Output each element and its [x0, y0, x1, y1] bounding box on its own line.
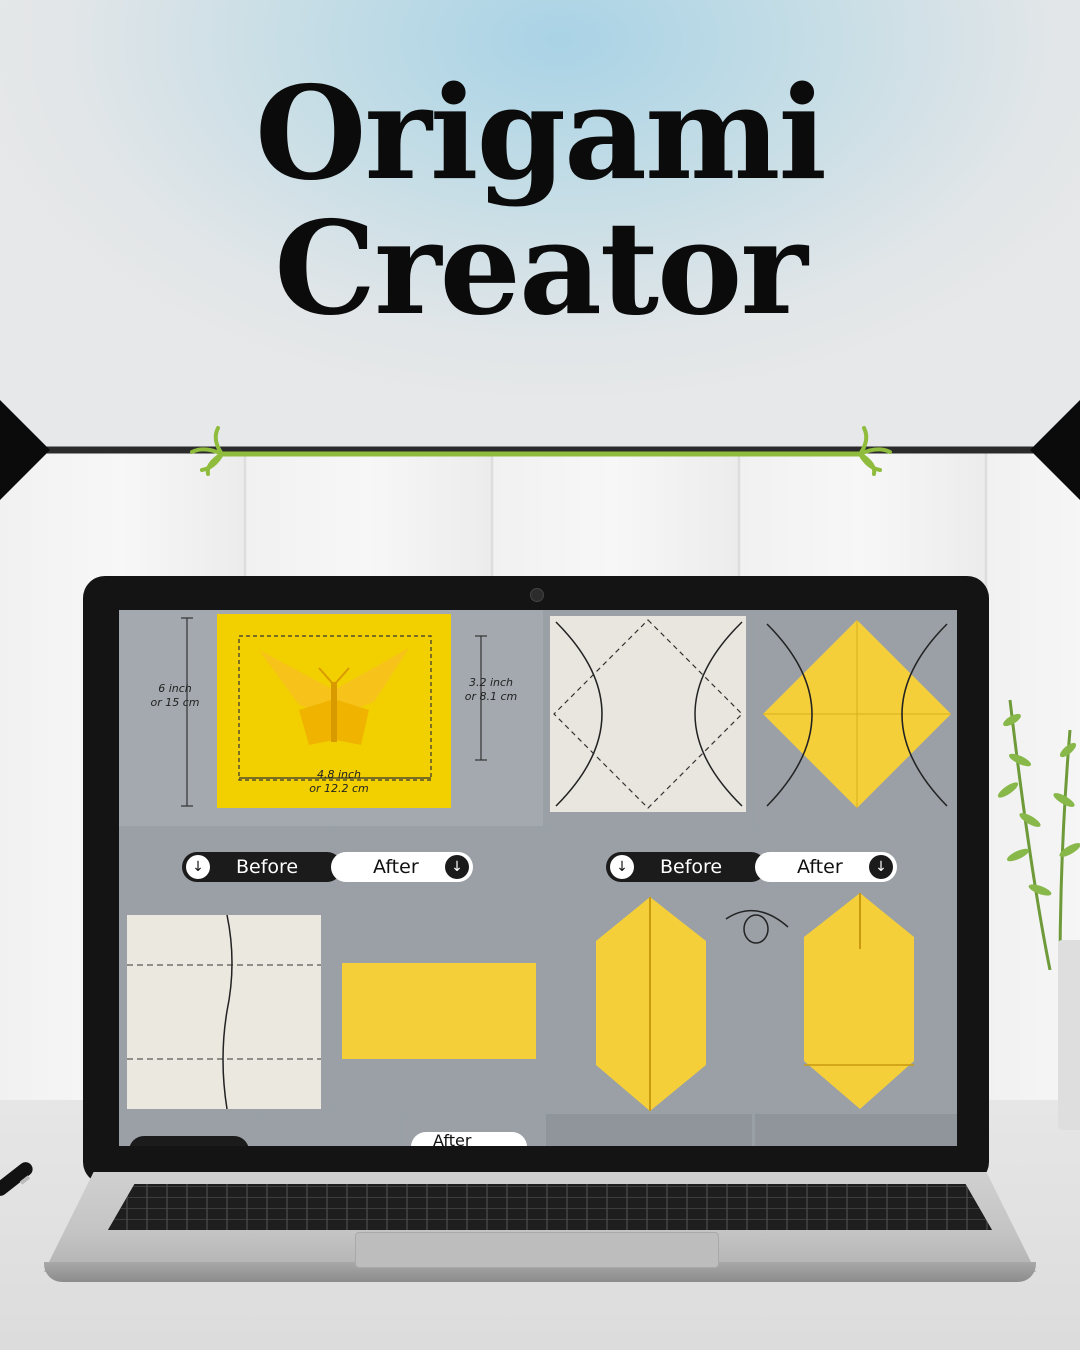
plant-pot [1058, 940, 1080, 1130]
right-vine-icon [858, 426, 892, 476]
yellow-diamond-diagram [763, 620, 951, 808]
before-label-left: Before [236, 856, 299, 878]
panel-bottom-4 [546, 1114, 752, 1146]
height-measurement: 6 inch or 15 cm [150, 682, 200, 709]
divider-line [0, 400, 1080, 500]
panel-fold-diamond-yellow [755, 610, 957, 826]
title-line-1: Origami [254, 59, 827, 209]
white-square-diagram [550, 616, 746, 812]
arrow-down-icon: ↓ [445, 855, 469, 879]
webcam-icon [530, 588, 544, 602]
partial-before-toggle[interactable] [129, 1136, 249, 1146]
after-toggle-right[interactable]: After ↓ [755, 852, 897, 882]
after-label-right: After [797, 856, 843, 878]
title-line-2: Creator [274, 194, 808, 344]
keyboard-rows [108, 1184, 992, 1230]
arrow-down-icon: ↓ [186, 855, 210, 879]
panel-fold-diagonals-white [546, 610, 752, 826]
arrow-down-icon: ↓ [610, 855, 634, 879]
before-toggle-right[interactable]: ↓ Before [606, 852, 766, 882]
width-measurement: 4.8 inch or 12.2 cm [309, 768, 369, 795]
trackpad [355, 1232, 719, 1268]
panel-bottom-2 [262, 1114, 400, 1146]
left-vine-icon [190, 426, 224, 476]
arrow-down-icon: ↓ [869, 855, 893, 879]
left-arrow-icon [0, 400, 50, 500]
before-fold-lines [127, 915, 321, 1109]
after-label-left: After [373, 856, 419, 878]
laptop-screen: 6 inch or 15 cm 3.2 inch or 8.1 cm 4.8 i… [119, 610, 957, 1146]
after-toggle-left[interactable]: After ↓ [331, 852, 473, 882]
before-toggle-left[interactable]: ↓ Before [182, 852, 342, 882]
plant-icon [997, 699, 1080, 970]
panel-bottom-5 [755, 1114, 957, 1146]
right-arrow-icon [1030, 400, 1080, 500]
partial-after-toggle[interactable]: After [411, 1131, 527, 1146]
header-banner: Origami Creator [0, 0, 1080, 452]
partial-after-label: After [433, 1131, 472, 1146]
after-yellow-rect [342, 963, 536, 1059]
panel-butterfly-dimensions: 6 inch or 15 cm 3.2 inch or 8.1 cm 4.8 i… [119, 610, 543, 826]
before-label-right: Before [660, 856, 723, 878]
inner-height-measurement: 3.2 inch or 8.1 cm [464, 676, 518, 703]
